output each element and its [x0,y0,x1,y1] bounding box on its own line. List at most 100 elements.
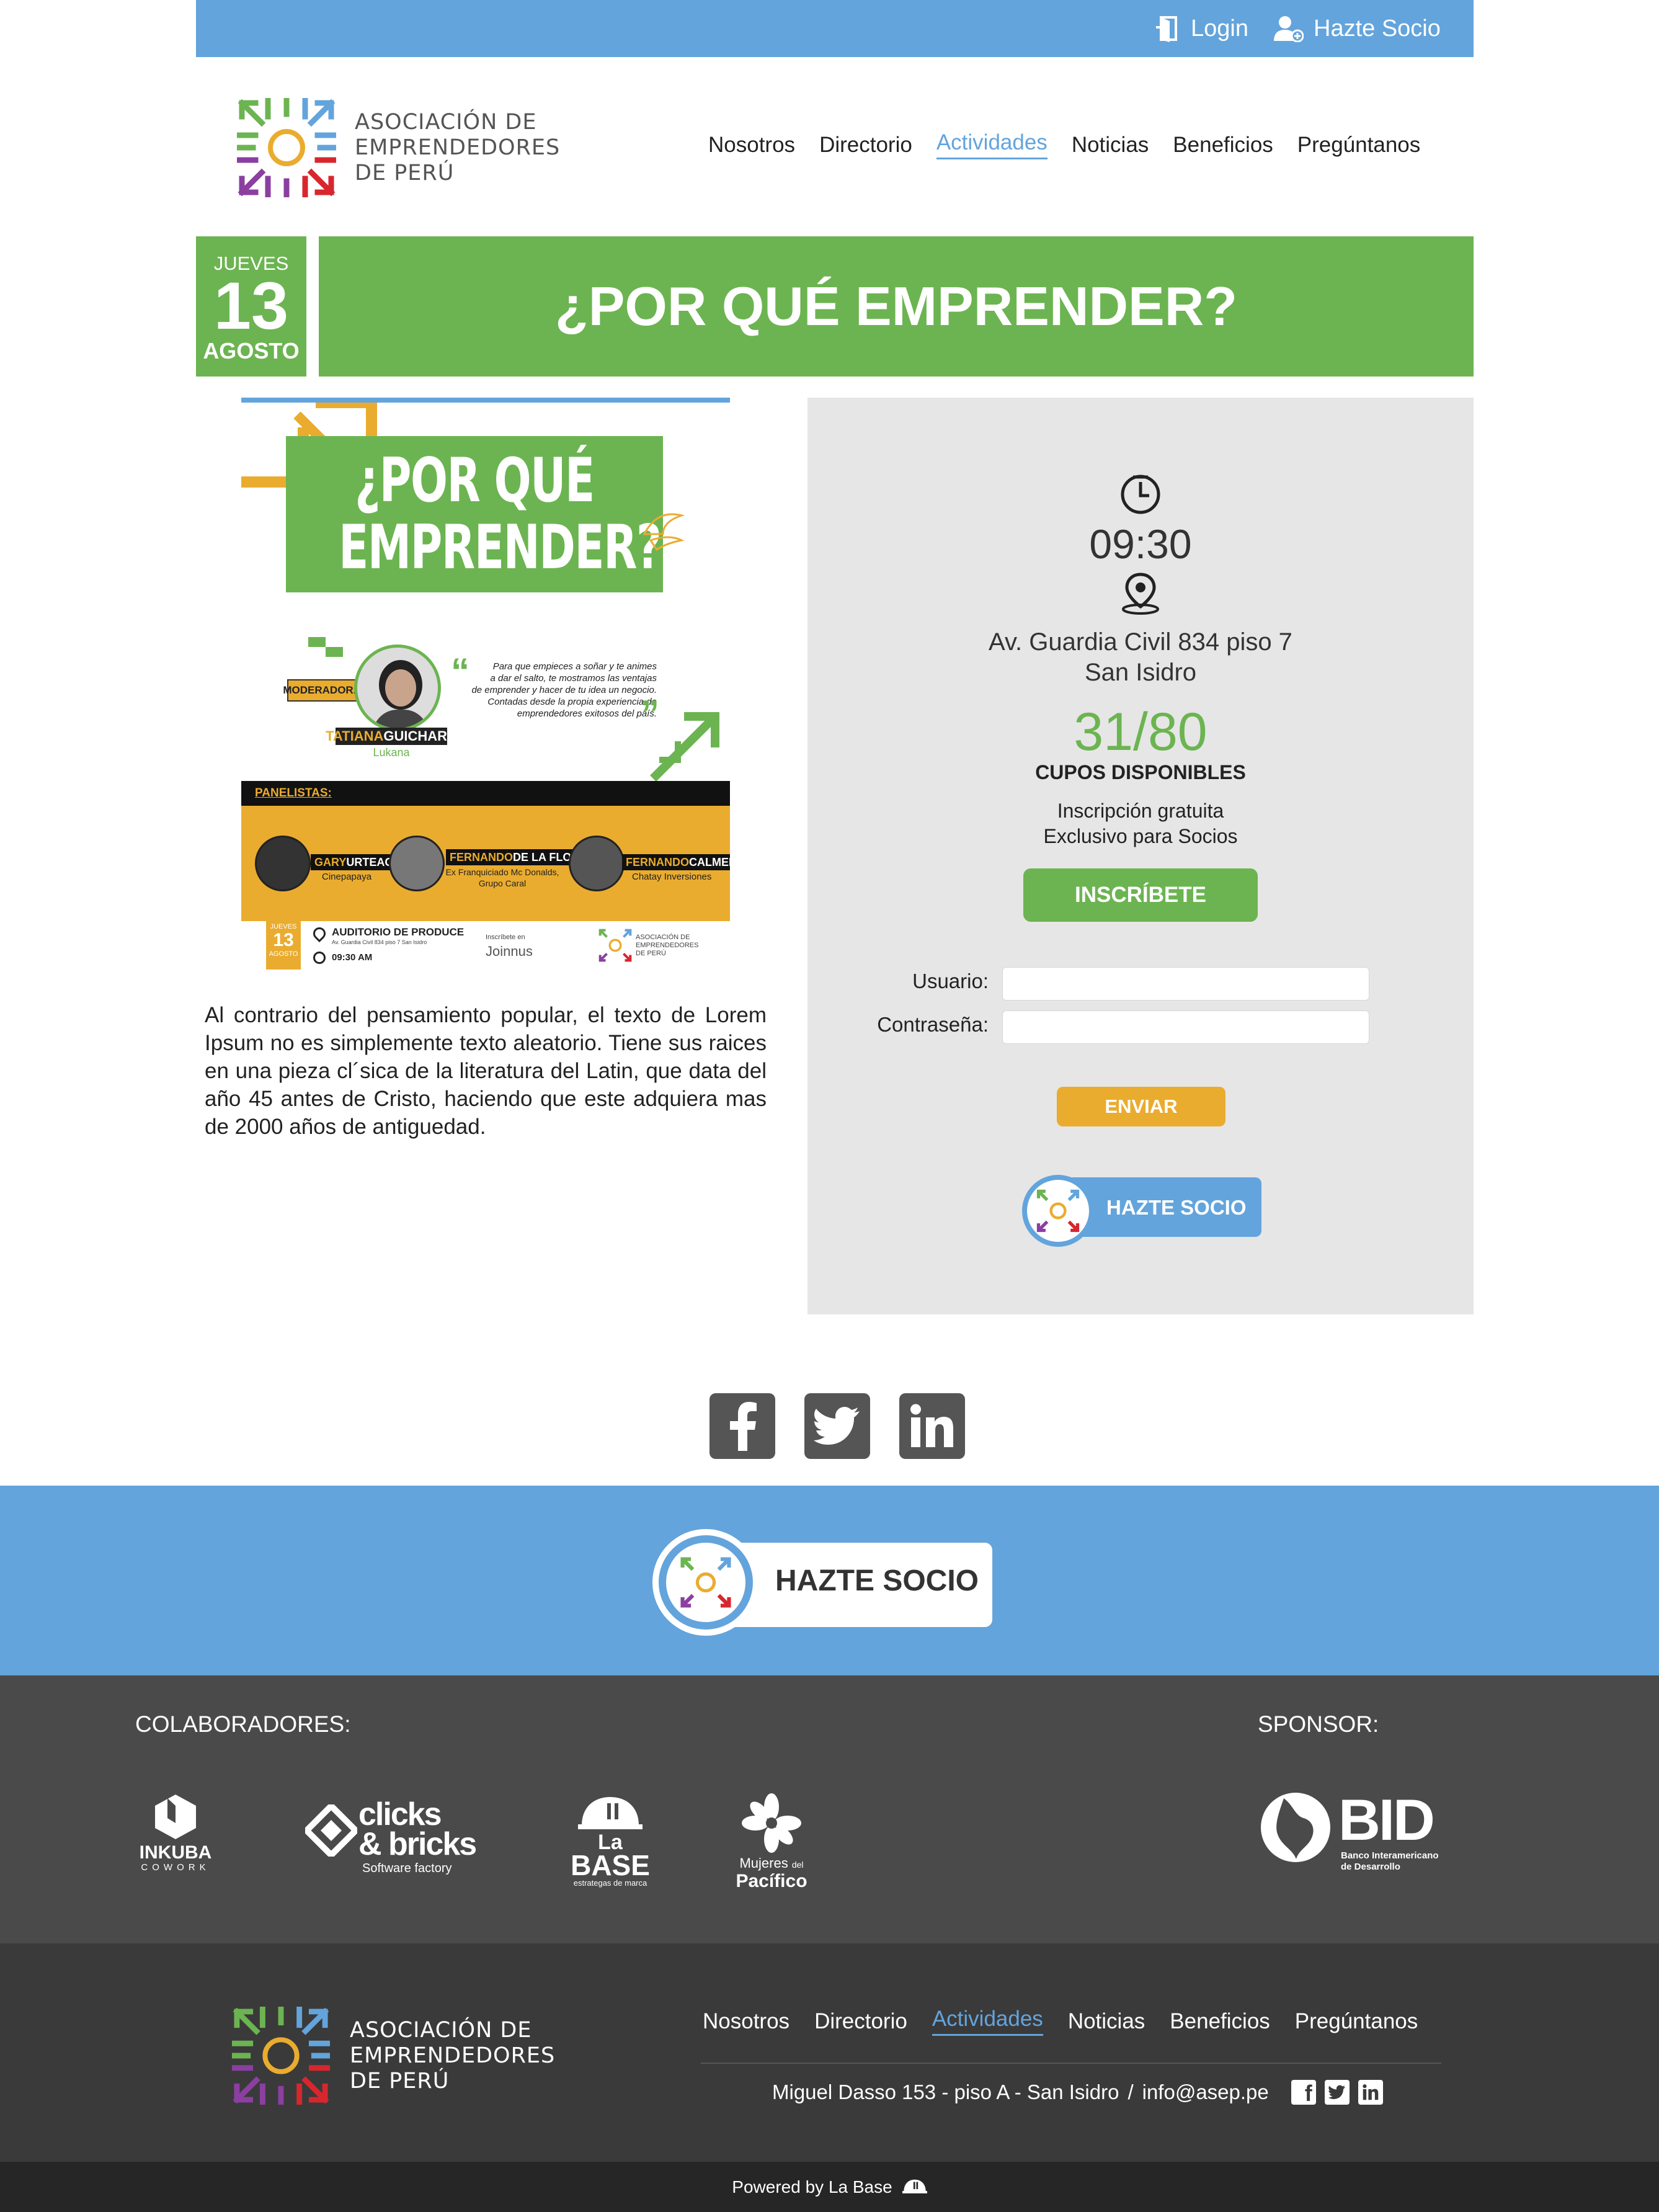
banner-join-label: HAZTE SOCIO [775,1564,979,1597]
footer-nav-directorio[interactable]: Directorio [814,2009,907,2034]
helmet-icon [578,1797,643,1829]
la-base-helmet-icon [902,2179,927,2193]
flower-icon [742,1793,801,1853]
panelists-label: PANELISTAS: [255,787,332,800]
join-button[interactable]: HAZTE SOCIO [1022,1175,1261,1247]
site-logo[interactable]: ASOCIACIÓN DE EMPRENDEDORES DE PERÚ [237,98,560,197]
la-base-logo[interactable]: La BASE estrategas de marca [568,1795,652,1888]
poster-asep-logo-text: ASOCIACIÓN DE EMPRENDEDORES DE PERÚ [636,934,698,958]
poster-logo-line-3: DE PERÚ [636,950,666,957]
footer-nav-actividades[interactable]: Actividades [932,2007,1043,2036]
main-nav: Nosotros Directorio Actividades Noticias… [708,130,1420,159]
event-address-line-1: Av. Guardia Civil 834 piso 7 [989,628,1292,656]
nav-item-directorio[interactable]: Directorio [819,133,912,158]
poster-asep-logo-icon [598,929,632,962]
nav-item-beneficios[interactable]: Beneficios [1173,133,1273,158]
nav-item-nosotros[interactable]: Nosotros [708,133,795,158]
powered-by-label: Powered by La Base [732,2177,892,2196]
join-button-label: HAZTE SOCIO [1106,1196,1247,1219]
panelist-2-org-line-2: Grupo Caral [478,878,527,888]
footer-linkedin-icon[interactable] [1358,2080,1383,2105]
facebook-link[interactable] [709,1393,775,1459]
footer-asep-logo-icon [232,2007,330,2105]
nav-item-preguntanos[interactable]: Pregúntanos [1297,133,1420,158]
footer-logo-line-1: ASOCIACIÓN DE [350,2017,532,2043]
bid-sub-line-1: Banco Interamericano [1341,1850,1439,1861]
join-link[interactable]: Hazte Socio [1273,0,1441,57]
clicks-line-1: clicks [358,1796,442,1832]
poster-date: JUEVES 13 AGOSTO [266,919,301,970]
mujeres-line-2: Pacífico [736,1871,807,1891]
poster-signup-label: Inscríbete en [486,934,525,941]
login-label: Login [1191,15,1248,42]
join-banner: HAZTE SOCIO [0,1486,1659,1675]
footer-twitter-icon[interactable] [1324,2080,1350,2105]
footer-nav-preguntanos[interactable]: Pregúntanos [1295,2009,1418,2034]
moderator-name: TATIANA GUICHARD [326,728,457,745]
footer-email[interactable]: info@asep.pe [1142,2080,1269,2104]
add-user-icon [1274,16,1304,42]
capacity-label: CUPOS DISPONIBLES [1035,761,1246,783]
footer-logo-line-3: DE PERÚ [350,2068,450,2094]
quote-line-5: emprendedores exitosos del país. [517,708,657,719]
poster-title-line-1: ¿POR QUÉ [355,445,595,516]
linkedin-link[interactable] [899,1393,965,1459]
poster-title-line-2: EMPRENDER? [339,512,662,583]
footer-logo[interactable]: ASOCIACIÓN DE EMPRENDEDORES DE PERÚ [232,2007,555,2105]
login-icon [1156,16,1177,42]
bid-sub-line-2: de Desarrollo [1341,1862,1400,1872]
footer-facebook-icon[interactable]: f [1291,2080,1316,2105]
poster-logo-line-2: EMPRENDEDORES [636,942,699,949]
poster-venue: AUDITORIO DE PRODUCE [332,926,465,938]
poster-joinnus-logo: Joinnus [486,943,533,959]
user-label: Usuario: [912,970,989,992]
facebook-icon [730,1402,757,1451]
login-link[interactable]: Login [1156,0,1248,57]
event-time: 09:30 [1089,521,1192,567]
event-address-line-2: San Isidro [1084,659,1197,686]
event-note-2: Exclusivo para Socios [1043,825,1238,847]
logo-line-1: ASOCIACIÓN DE [355,109,537,135]
event-description: Al contrario del pensamiento popular, el… [205,1003,767,1139]
panelist-2-first: FERNANDO [450,850,513,863]
quote-line-3: de emprender y hacer de tu idea un negoc… [471,685,657,695]
inkuba-mark-icon [155,1795,196,1839]
capacity-count: 31/80 [1074,702,1208,762]
nav-item-actividades[interactable]: Actividades [936,130,1047,159]
poster-location-icon [310,924,329,943]
poster-quote: Para que empieces a soñar y te animes a … [446,661,657,720]
clicks-line-2: & bricks [358,1826,477,1862]
event-title: ¿POR QUÉ EMPRENDER? [319,236,1474,377]
footer-logo-text: ASOCIACIÓN DE EMPRENDEDORES DE PERÚ [350,2018,555,2094]
panelist-2-org: Ex Franquiciado Mc Donalds, Grupo Caral [443,867,561,889]
inkuba-logo[interactable]: INKUBA COWORK [135,1793,216,1873]
banner-join-button[interactable]: HAZTE SOCIO [652,1529,992,1636]
user-input[interactable] [1002,967,1369,1001]
footer-nav-beneficios[interactable]: Beneficios [1170,2009,1270,2034]
panelists-header: PANELISTAS: [241,781,730,806]
wings-icon [643,513,685,551]
event-month: AGOSTO [203,338,300,363]
submit-button[interactable]: ENVIAR [1057,1087,1225,1126]
mujeres-line-1b: del [791,1860,804,1870]
mujeres-pacifico-logo[interactable]: Mujeres del Pacífico [736,1793,807,1891]
twitter-link[interactable] [804,1393,870,1459]
panelist-2-photo [389,836,445,891]
footer-nav-nosotros[interactable]: Nosotros [703,2009,789,2034]
globe-icon [1261,1793,1330,1862]
footer-divider [701,2063,1441,2064]
event-day: 13 [213,268,289,343]
logo-line-2: EMPRENDEDORES [355,135,561,160]
moderator-label: MODERADORA: [283,679,365,702]
poster-time: 09:30 AM [332,952,373,963]
nav-item-noticias[interactable]: Noticias [1072,133,1149,158]
powered-by[interactable]: Powered by La Base [0,2162,1659,2212]
moderator-photo [354,644,441,731]
twitter-icon [814,1407,860,1445]
password-input[interactable] [1002,1010,1369,1044]
site-footer: ASOCIACIÓN DE EMPRENDEDORES DE PERÚ Noso… [0,1943,1659,2162]
register-button[interactable]: INSCRÍBETE [1023,868,1258,922]
footer-nav-noticias[interactable]: Noticias [1068,2009,1145,2034]
footer-contact: Miguel Dasso 153 - piso A - San Isidro /… [772,2080,1383,2105]
quote-line-1: Para que empieces a soñar y te animes [492,661,657,672]
